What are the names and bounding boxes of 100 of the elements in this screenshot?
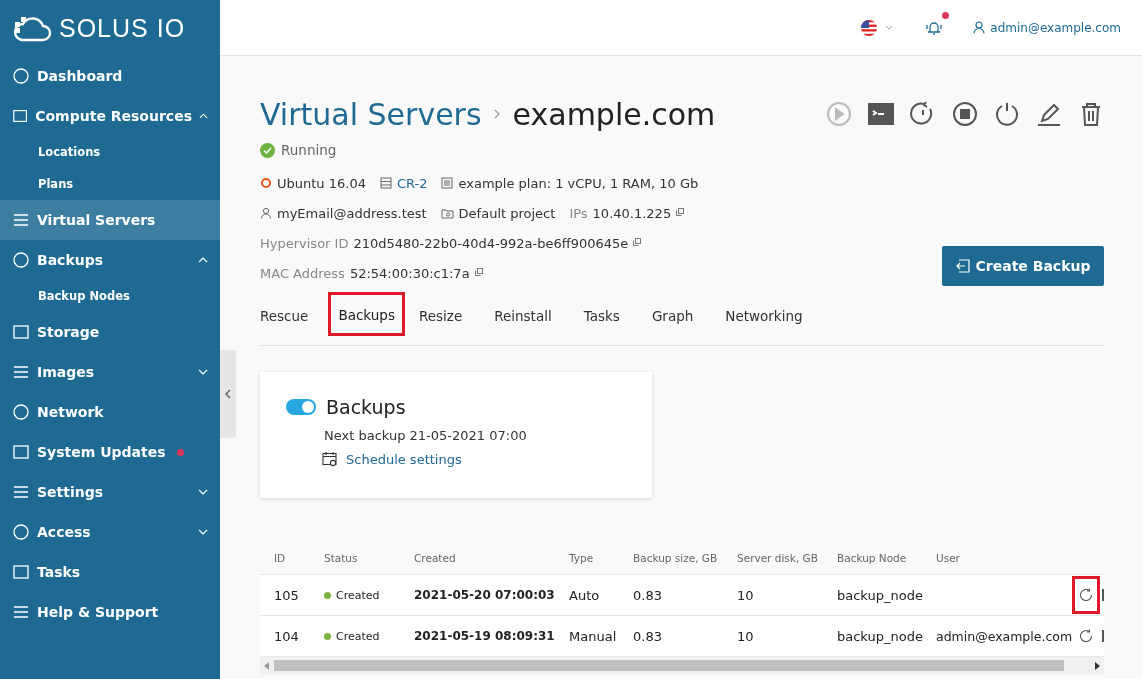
- refresh-icon: [1078, 587, 1094, 603]
- nav-subitem[interactable]: Locations: [0, 136, 220, 168]
- table-cell-text: 10: [736, 628, 755, 644]
- menu-item-icon: [12, 67, 30, 85]
- nav-item[interactable]: Compute Resources: [0, 96, 220, 136]
- table-cell-text: admin@example.com: [935, 628, 1074, 644]
- table-cell-text: 105: [273, 587, 300, 603]
- menu-item-icon: [12, 483, 30, 501]
- table-cell-text: 10: [736, 587, 755, 603]
- collapse-handle[interactable]: [220, 350, 236, 438]
- nav-item[interactable]: Dashboard: [0, 56, 220, 96]
- menu-item-icon: [12, 523, 30, 541]
- menu-item-icon: [12, 603, 30, 621]
- table-cell-text: Auto: [568, 587, 601, 603]
- menu-item-icon: [12, 323, 30, 341]
- mac-label: MAC Address: [260, 265, 345, 281]
- tab[interactable]: Backups: [328, 292, 405, 336]
- plan-text: example plan: 1 vCPU, 1 RAM, 10 Gb: [458, 175, 699, 191]
- nav-item[interactable]: Tasks: [0, 552, 220, 592]
- os-text: Ubuntu 16.04: [277, 175, 366, 191]
- table-cell-text: 0.83: [632, 587, 663, 603]
- compute-resource-link[interactable]: CR-2: [396, 175, 428, 191]
- column-header: ID: [273, 552, 287, 564]
- project-text: Default project: [458, 205, 556, 221]
- mac-address: 52:54:00:30:c1:7a: [349, 265, 470, 281]
- column-header: Created: [413, 552, 457, 564]
- schedule-settings-link[interactable]: Schedule settings: [346, 451, 462, 467]
- nav-item[interactable]: Help & Support: [0, 592, 220, 632]
- card-title: Backups: [326, 396, 406, 418]
- hypervisor-label: Hypervisor ID: [260, 235, 349, 251]
- table-cell-text: 2021-05-20 07:00:03: [413, 588, 555, 602]
- status-text: Created: [336, 629, 380, 643]
- exit-icon: [955, 259, 970, 273]
- nav-subitem[interactable]: Backup Nodes: [0, 280, 220, 312]
- column-header: Backup size, GB: [632, 552, 719, 564]
- menu-item-icon: [12, 403, 30, 421]
- logo-text: SOLUS IO: [59, 13, 186, 43]
- ips-value: 10.40.1.225: [592, 205, 672, 221]
- hypervisor-id: 210d5480-22b0-40d4-992a-be6ff900645e: [353, 235, 629, 251]
- refresh-icon: [1078, 628, 1094, 644]
- nav-item[interactable]: Network: [0, 392, 220, 432]
- copy-icon[interactable]: [676, 207, 685, 216]
- user-link[interactable]: admin@example.com: [990, 20, 1121, 35]
- menu-item-icon: [12, 107, 29, 125]
- column-header: Backup Node: [836, 552, 908, 564]
- menu-item-icon: [12, 251, 30, 269]
- table-cell-text: Manual: [568, 628, 618, 644]
- user-icon: [260, 207, 272, 219]
- next-backup-text: Next backup 21-05-2021 07:00: [324, 428, 528, 443]
- column-header: Type: [568, 552, 595, 564]
- chevron-icon: [493, 109, 501, 119]
- table-cell-text: backup_node: [836, 587, 924, 603]
- column-header: Status: [323, 552, 359, 564]
- nav-item[interactable]: System Updates: [0, 432, 220, 472]
- tab[interactable]: Tasks: [575, 300, 628, 337]
- tab[interactable]: Resize: [410, 300, 471, 337]
- page-title: example.com: [512, 96, 716, 132]
- calendar-icon: [322, 451, 338, 467]
- arrow-right-icon[interactable]: [1094, 661, 1100, 670]
- user-icon: [973, 21, 986, 34]
- status-text: Created: [336, 588, 380, 602]
- column-header: User: [935, 552, 961, 564]
- nav-item[interactable]: Storage: [0, 312, 220, 352]
- ubuntu-icon: [260, 177, 272, 189]
- table-cell-text: backup_node: [836, 628, 924, 644]
- table-cell-text: 104: [273, 628, 300, 644]
- nav-item[interactable]: Settings: [0, 472, 220, 512]
- nav-subitem[interactable]: Plans: [0, 168, 220, 200]
- copy-icon[interactable]: [474, 267, 483, 276]
- column-header: Server disk, GB: [736, 552, 819, 564]
- tab[interactable]: Graph: [643, 300, 702, 337]
- nav-item[interactable]: Images: [0, 352, 220, 392]
- tab[interactable]: Rescue: [252, 300, 317, 337]
- menu-item-icon: [12, 363, 30, 381]
- tab[interactable]: Reinstall: [486, 300, 560, 337]
- breadcrumb-link[interactable]: Virtual Servers: [260, 96, 482, 132]
- chevron-icon[interactable]: [885, 25, 894, 30]
- arrow-left-icon[interactable]: [264, 661, 270, 670]
- create-backup-button[interactable]: Create Backup: [942, 246, 1104, 286]
- horizontal-scrollbar[interactable]: [260, 656, 1104, 674]
- status-text: Running: [281, 142, 337, 158]
- tab[interactable]: Networking: [717, 300, 811, 337]
- server-icon: [379, 177, 392, 189]
- folder-icon: [440, 207, 454, 219]
- nav-item[interactable]: Access: [0, 512, 220, 552]
- copy-icon[interactable]: [633, 237, 642, 246]
- owner-text: myEmail@address.test: [277, 205, 427, 221]
- backups-toggle[interactable]: [286, 399, 316, 415]
- ips-label: IPs: [569, 205, 588, 221]
- table-cell-text: 0.83: [632, 628, 663, 644]
- cloud-logo-icon: [13, 14, 53, 42]
- menu-item-icon: [12, 563, 30, 581]
- menu-item-icon: [12, 443, 30, 461]
- list-icon: [441, 177, 454, 189]
- table-cell-text: 2021-05-19 08:09:31: [413, 629, 555, 643]
- menu-item-icon: [12, 211, 30, 229]
- nav-item[interactable]: Virtual Servers: [0, 200, 220, 240]
- restore-button[interactable]: [1072, 576, 1100, 614]
- check-icon: [260, 142, 275, 158]
- nav-item[interactable]: Backups: [0, 240, 220, 280]
